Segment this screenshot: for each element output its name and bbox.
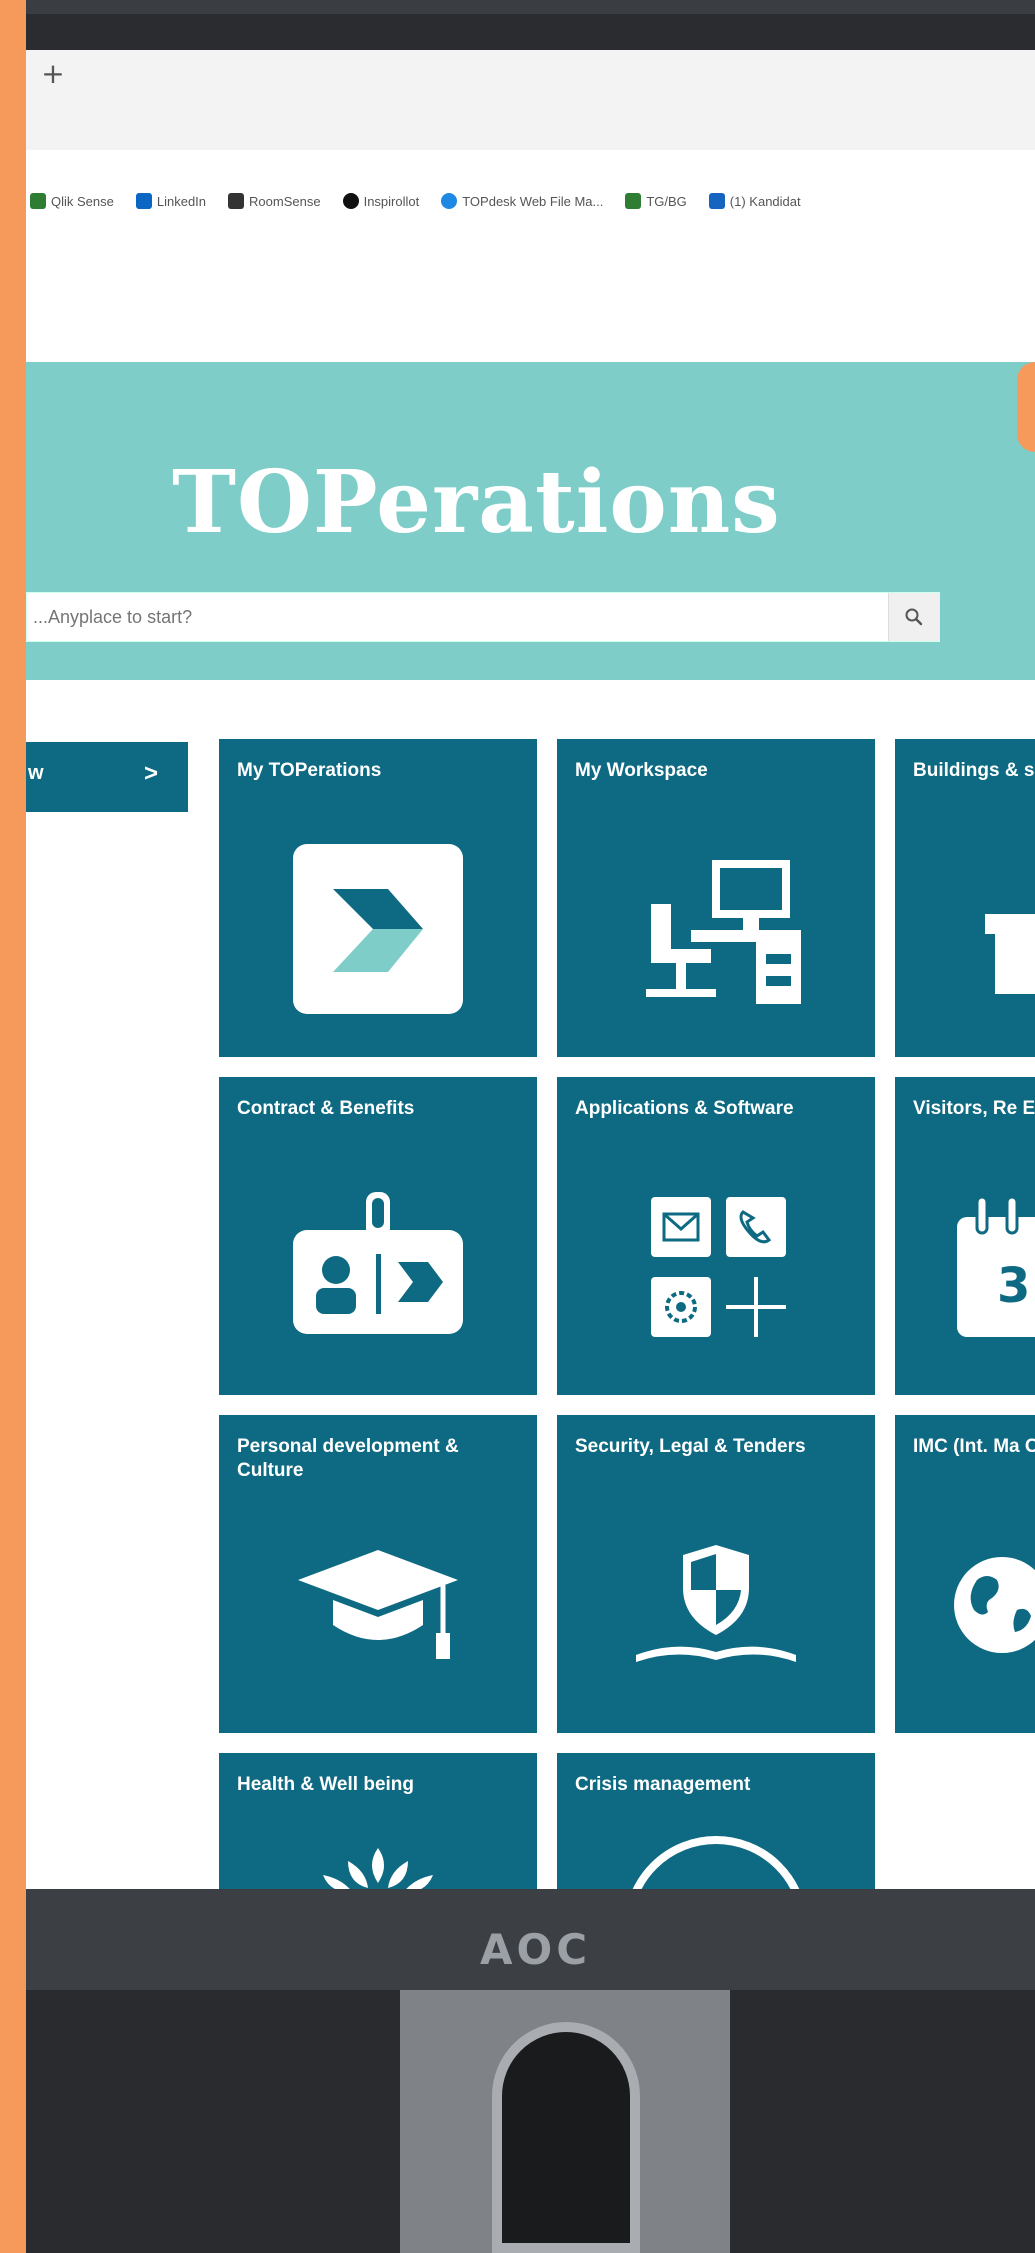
topdesk-icon bbox=[441, 193, 458, 209]
decorative-dot bbox=[1017, 362, 1035, 452]
bookmark-topdesk[interactable]: TOPdesk Web File Ma... bbox=[441, 193, 603, 209]
search-button[interactable] bbox=[888, 593, 939, 641]
bookmark-tgbg[interactable]: TG/BG bbox=[625, 193, 687, 209]
left-nav-label: w bbox=[28, 762, 44, 784]
tile-visitors-events[interactable]: Visitors, Re Events 31 bbox=[895, 1077, 1035, 1395]
workspace-desk-icon bbox=[646, 860, 801, 1004]
graduation-cap-icon bbox=[298, 1550, 458, 1659]
portal-banner: TOPerations bbox=[26, 362, 1035, 680]
stand-cable-hole bbox=[492, 2022, 640, 2253]
chevron-right-icon: > bbox=[143, 760, 158, 787]
tile-label: Visitors, Re Events bbox=[913, 1098, 1035, 1119]
tile-label: Contract & Benefits bbox=[237, 1098, 415, 1119]
toperations-logo-icon bbox=[293, 844, 463, 1014]
tile-label: IMC (Int. Ma Communica bbox=[913, 1436, 1035, 1457]
tile-contract-benefits[interactable]: Contract & Benefits bbox=[219, 1077, 537, 1395]
bookmark-kandidat[interactable]: (1) Kandidat bbox=[708, 193, 801, 209]
bookmark-linkedin[interactable]: LinkedIn bbox=[135, 193, 206, 209]
tile-label: Personal development & Culture bbox=[237, 1436, 459, 1481]
tile-label: My Workspace bbox=[575, 760, 708, 781]
monitor-brand-logo: AOC bbox=[480, 1925, 592, 1974]
bookmark-qlik-sense[interactable]: Qlik Sense bbox=[30, 193, 114, 209]
qlik-icon bbox=[30, 193, 46, 209]
bookmarks-bar: Qlik Sense LinkedIn RoomSense Inspirollo… bbox=[26, 186, 1035, 216]
id-badge-icon bbox=[293, 1192, 463, 1334]
lifebuoy-icon bbox=[632, 1836, 800, 1889]
tile-my-toperations[interactable]: My TOPerations bbox=[219, 739, 537, 1057]
tile-label: Security, Legal & Tenders bbox=[575, 1436, 806, 1457]
tile-label: Health & Well being bbox=[237, 1774, 415, 1795]
photo-background bbox=[0, 0, 26, 2253]
bookmark-roomsense[interactable]: RoomSense bbox=[228, 193, 321, 209]
inspirollot-icon bbox=[342, 193, 359, 209]
tile-imc-communication[interactable]: IMC (Int. Ma Communica bbox=[895, 1415, 1035, 1733]
roomsense-icon bbox=[228, 193, 245, 209]
tile-applications-software[interactable]: Applications & Software bbox=[557, 1077, 875, 1395]
linkedin-icon bbox=[135, 193, 152, 209]
calendar-number: 31 bbox=[997, 1258, 1035, 1314]
tile-buildings-services[interactable]: Buildings & services bbox=[895, 739, 1035, 1057]
tile-label: My TOPerations bbox=[237, 760, 382, 781]
reception-desk-icon bbox=[985, 914, 1035, 994]
lotus-icon bbox=[323, 1848, 433, 1889]
portal-title: TOPerations bbox=[172, 452, 781, 553]
browser-address-bar bbox=[26, 50, 1035, 150]
monitor-screen: + Qlik Sense LinkedIn RoomSense Inspirol… bbox=[26, 14, 1035, 1889]
browser-tab-bar bbox=[26, 14, 1035, 50]
bookmark-inspirollot[interactable]: Inspirollot bbox=[342, 193, 419, 209]
tile-label: Applications & Software bbox=[575, 1098, 794, 1119]
apps-grid-icon bbox=[651, 1197, 786, 1337]
tile-crisis-management[interactable]: Crisis management bbox=[557, 1753, 875, 1889]
tile-security-legal-tenders[interactable]: Security, Legal & Tenders bbox=[557, 1415, 875, 1733]
shield-book-icon bbox=[636, 1545, 796, 1662]
tile-label: Crisis management bbox=[575, 1774, 751, 1795]
tgbg-icon bbox=[625, 193, 642, 209]
search-icon bbox=[905, 608, 923, 626]
globe-icon bbox=[954, 1557, 1035, 1653]
new-tab-button[interactable]: + bbox=[38, 59, 68, 89]
search-bar bbox=[26, 592, 940, 642]
kandidat-icon bbox=[708, 193, 725, 209]
tile-health-wellbeing[interactable]: Health & Well being bbox=[219, 1753, 537, 1889]
left-nav-item[interactable]: w > bbox=[26, 742, 188, 812]
calendar-icon: 31 bbox=[957, 1195, 1035, 1337]
tile-label: Buildings & services bbox=[913, 760, 1035, 781]
search-input[interactable] bbox=[27, 593, 885, 641]
tile-personal-development[interactable]: Personal development & Culture bbox=[219, 1415, 537, 1733]
tile-my-workspace[interactable]: My Workspace bbox=[557, 739, 875, 1057]
